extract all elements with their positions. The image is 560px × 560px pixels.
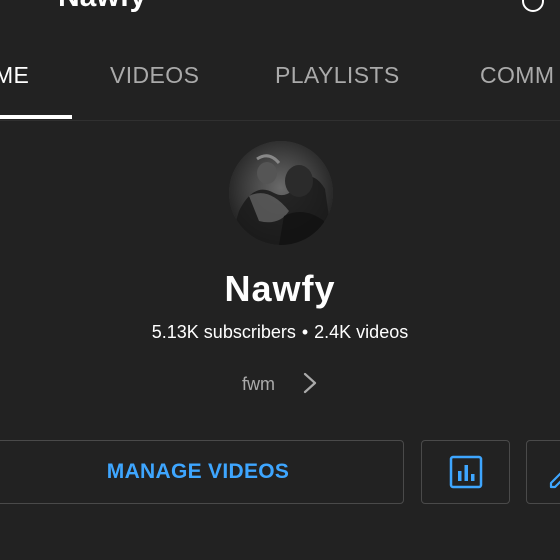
manage-videos-button[interactable]: MANAGE VIDEOS: [0, 440, 404, 504]
chevron-right-icon: [303, 372, 317, 394]
channel-description-text: fwm: [242, 374, 275, 394]
analytics-button[interactable]: [421, 440, 510, 504]
channel-avatar-photo: [229, 141, 333, 245]
tab-community[interactable]: COMM: [480, 62, 554, 89]
edit-channel-button[interactable]: [526, 440, 560, 504]
channel-name: Nawfy: [224, 268, 336, 309]
tab-playlists[interactable]: PLAYLISTS: [275, 62, 400, 89]
channel-stats: 5.13K subscribers • 2.4K videos: [0, 322, 560, 343]
app-bar-title: Nawfy: [58, 0, 146, 14]
tabs-divider: [0, 120, 560, 121]
tab-home[interactable]: ME: [0, 62, 29, 89]
stats-separator: •: [301, 322, 309, 342]
channel-avatar[interactable]: [229, 141, 333, 245]
edit-pencil-icon: [549, 472, 560, 489]
tab-videos[interactable]: VIDEOS: [110, 62, 199, 89]
manage-videos-label: MANAGE VIDEOS: [106, 460, 290, 483]
top-app-bar: Nawfy: [0, 0, 560, 14]
channel-description-link[interactable]: fwm: [230, 366, 340, 402]
subscriber-count: 5.13K subscribers: [151, 322, 296, 342]
search-icon[interactable]: [522, 0, 544, 12]
analytics-bar-chart-icon: [449, 455, 483, 489]
active-tab-indicator: [0, 115, 72, 119]
video-count: 2.4K videos: [314, 322, 409, 342]
channel-tabs: ME VIDEOS PLAYLISTS COMM: [0, 36, 560, 120]
